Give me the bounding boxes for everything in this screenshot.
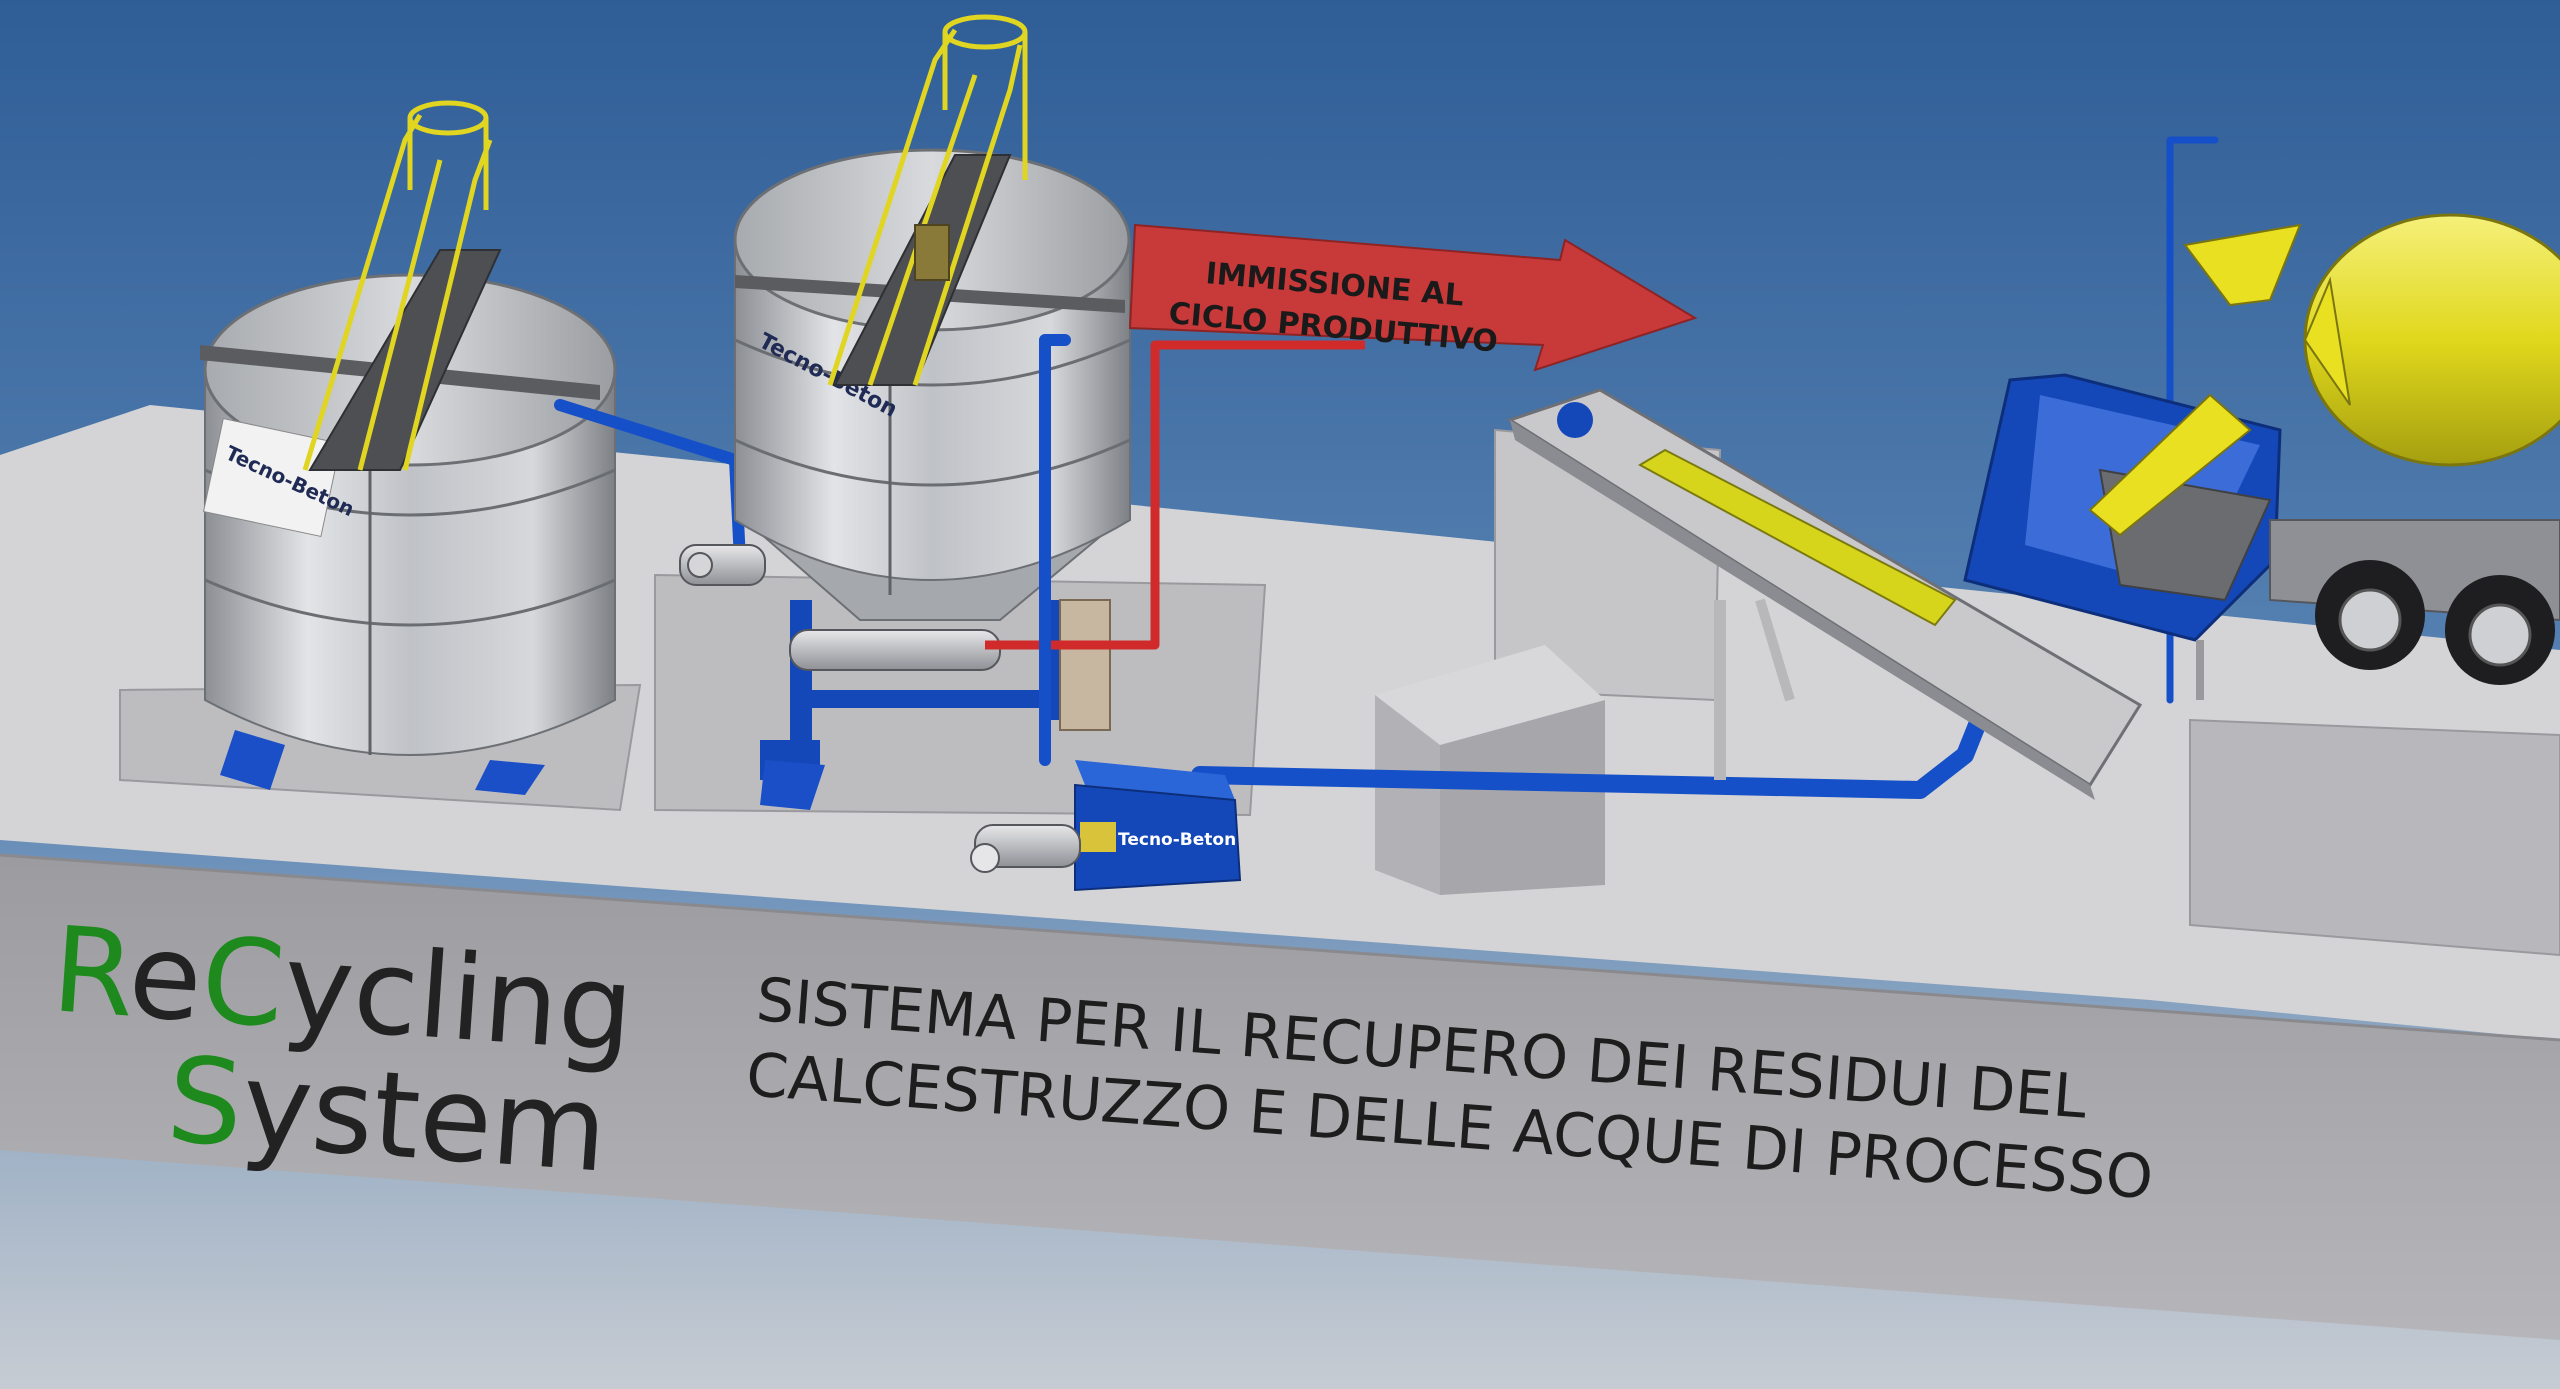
- logo-letter-r: R: [48, 900, 136, 1043]
- tank-2-gearbox: [914, 224, 950, 281]
- sump-pump-inlet: [970, 843, 1000, 873]
- logo-letter-s: S: [163, 1030, 247, 1173]
- truck-wheel-1: [2315, 560, 2425, 670]
- truck-bay: [2189, 718, 2560, 957]
- logo-rest-ystem: ystem: [238, 1035, 612, 1198]
- truck-wheel-2: [2445, 575, 2555, 685]
- separator-motor: [1557, 402, 1593, 438]
- transfer-pump-1: [679, 544, 766, 586]
- sump-box-brand-label: Tecno-Beton: [1118, 830, 1236, 850]
- tank-2-control-panel: [1059, 599, 1111, 731]
- sump-box-logo-plate: [1080, 822, 1116, 852]
- logo-letter-e: e: [125, 906, 207, 1049]
- tank-2-auger: [789, 629, 1001, 671]
- recycling-system-diagram: Tecno-Beton Tecno-Beton Tecno-Beton IMMI…: [0, 0, 2560, 1389]
